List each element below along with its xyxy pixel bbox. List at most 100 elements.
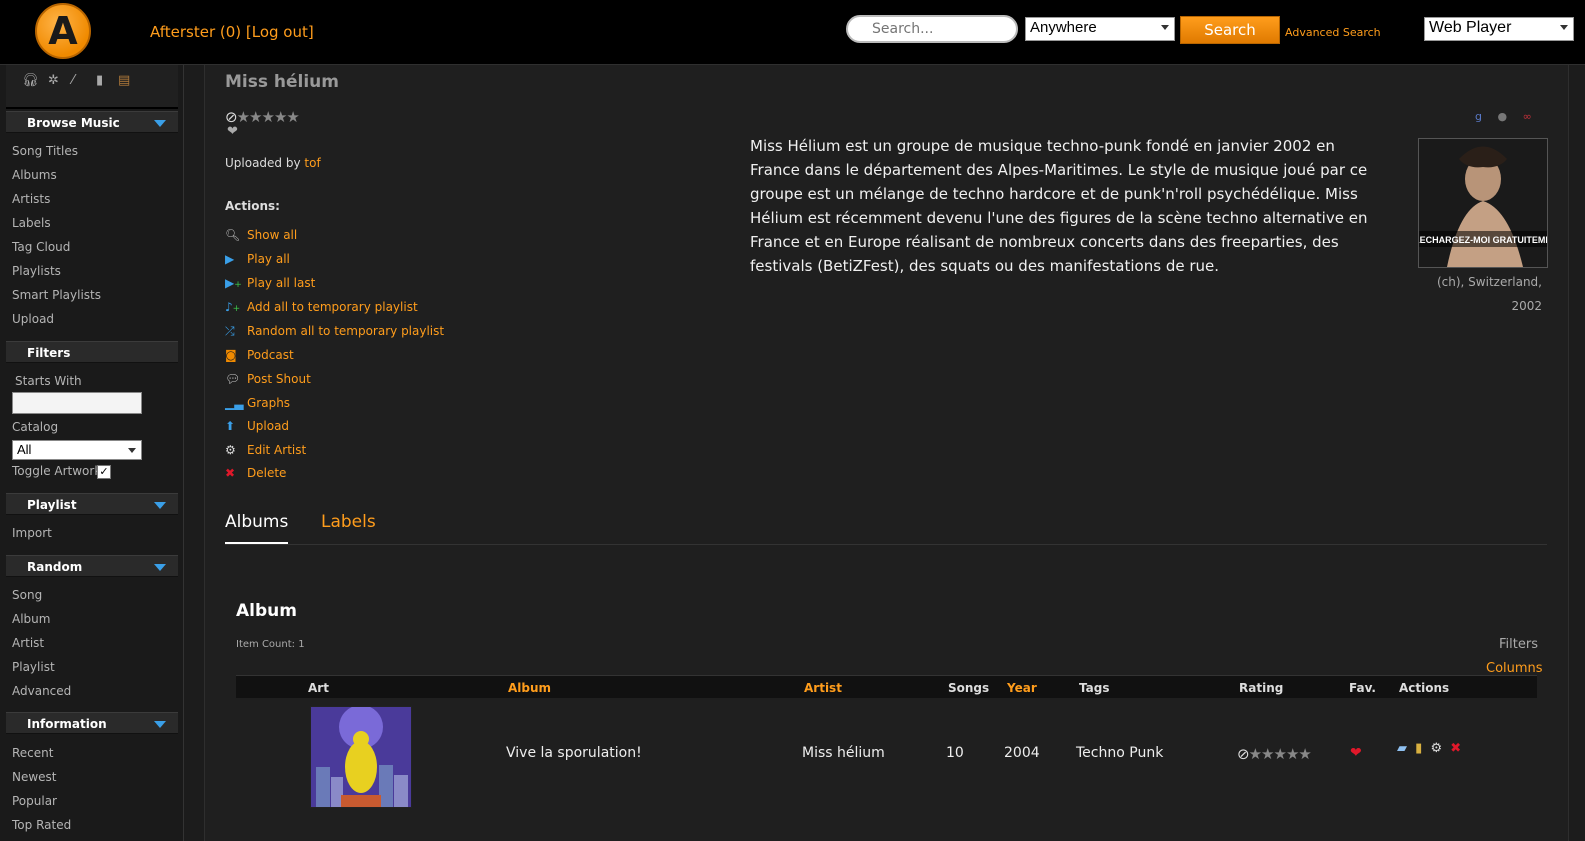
column-tags: Tags	[1079, 681, 1110, 695]
action-play-all-last[interactable]: ▶+ Play all last	[225, 276, 315, 290]
artist-biography: Miss Hélium est un groupe de musique tec…	[750, 137, 1368, 275]
star-icon[interactable]: ★	[1298, 745, 1311, 763]
sidebar-item-song-titles[interactable]: Song Titles	[12, 144, 78, 158]
play-icon: ▶	[225, 252, 235, 266]
sidebar-item-artists[interactable]: Artists	[12, 192, 50, 206]
twitter-icon[interactable]: ●	[1497, 110, 1507, 123]
star-icon[interactable]: ★	[1261, 745, 1274, 763]
sidebar-item-top-rated[interactable]: Top Rated	[12, 818, 71, 832]
starts-with-input[interactable]	[12, 392, 142, 414]
clear-rating-icon[interactable]: ⊘	[1237, 745, 1250, 763]
rss-icon: ◙	[225, 348, 237, 362]
action-random-to-temp-playlist[interactable]: ⤮ Random all to temporary playlist	[225, 324, 444, 339]
action-play-all[interactable]: ▶ Play all	[225, 252, 290, 266]
collapse-arrow-icon[interactable]	[154, 120, 166, 127]
sidebar-item-playlists[interactable]: Playlists	[12, 264, 61, 278]
user-info-link[interactable]: Afterster (0) [Log out]	[150, 23, 314, 41]
filters-link[interactable]: Filters	[1499, 637, 1538, 652]
album-rating[interactable]: ⊘★★★★★	[1237, 745, 1312, 763]
sidebar-item-random-album[interactable]: Album	[12, 612, 50, 626]
action-show-all[interactable]: 🔍︎ Show all	[225, 228, 297, 242]
action-label: Podcast	[247, 348, 294, 362]
sidebar-item-import[interactable]: Import	[12, 526, 52, 540]
star-icon[interactable]: ★	[1249, 745, 1262, 763]
column-artist[interactable]: Artist	[804, 681, 842, 695]
album-year[interactable]: 2004	[1004, 745, 1040, 761]
toggle-artwork-label: Toggle Artwork	[12, 464, 102, 478]
action-label: Play all last	[247, 276, 316, 290]
sidebar-header-random[interactable]: Random	[6, 555, 178, 577]
album-art-thumbnail[interactable]	[310, 706, 412, 808]
columns-link[interactable]: Columns	[1486, 661, 1543, 676]
sidebar-header-playlist[interactable]: Playlist	[6, 493, 178, 515]
sidebar-item-upload[interactable]: Upload	[12, 312, 54, 326]
headphones-icon[interactable]: 🎧︎	[22, 73, 39, 88]
search-scope-select[interactable]: Anywhere	[1025, 17, 1175, 41]
sidebar-item-recent[interactable]: Recent	[12, 746, 53, 760]
collapse-arrow-icon[interactable]	[154, 721, 166, 728]
sidebar-item-random-advanced[interactable]: Advanced	[12, 684, 71, 698]
sidebar-item-random-playlist[interactable]: Playlist	[12, 660, 55, 674]
action-delete[interactable]: ✖ Delete	[225, 466, 286, 480]
column-year[interactable]: Year	[1007, 681, 1037, 695]
sidebar-item-albums[interactable]: Albums	[12, 168, 57, 182]
album-title-link[interactable]: Vive la sporulation!	[506, 745, 642, 761]
search-button[interactable]: Search	[1180, 16, 1280, 44]
catalog-select[interactable]: All	[12, 440, 142, 460]
star-icon[interactable]: ★	[237, 108, 250, 126]
player-select-value: Web Player	[1429, 19, 1512, 36]
sidebar-item-random-artist[interactable]: Artist	[12, 636, 44, 650]
gear-icon[interactable]: ✲	[48, 73, 59, 88]
collapse-arrow-icon[interactable]	[154, 564, 166, 571]
google-icon[interactable]: g	[1475, 110, 1482, 123]
star-icon[interactable]: ★	[261, 108, 274, 126]
document-icon[interactable]: ▮	[96, 73, 103, 88]
search-input[interactable]	[846, 15, 1018, 43]
action-podcast[interactable]: ◙ Podcast	[225, 348, 294, 362]
sidebar-item-random-song[interactable]: Song	[12, 588, 42, 602]
archive-icon[interactable]: ▮	[1415, 741, 1422, 756]
ampache-logo[interactable]: A	[35, 3, 91, 59]
action-edit-artist[interactable]: ⚙ Edit Artist	[225, 443, 306, 457]
action-upload[interactable]: ⬆ Upload	[225, 419, 289, 433]
lastfm-icon[interactable]: ∞	[1523, 110, 1532, 123]
star-icon[interactable]: ★	[249, 108, 262, 126]
sidebar-item-popular[interactable]: Popular	[12, 794, 57, 808]
speech-bubble-icon[interactable]: ▰	[1397, 741, 1407, 756]
advanced-search-link[interactable]: Advanced Search	[1285, 26, 1381, 39]
player-select[interactable]: Web Player	[1424, 17, 1574, 41]
album-song-count: 10	[946, 745, 964, 761]
gear-icon[interactable]: ⚙	[1430, 741, 1442, 756]
column-album[interactable]: Album	[508, 681, 551, 695]
star-icon[interactable]: ★	[286, 108, 299, 126]
collapse-arrow-icon[interactable]	[154, 502, 166, 509]
toggle-artwork-checkbox[interactable]: ✓	[97, 465, 111, 479]
album-tags[interactable]: Techno Punk	[1076, 745, 1163, 761]
sidebar-header-information[interactable]: Information	[6, 712, 178, 734]
album-artist-link[interactable]: Miss hélium	[802, 745, 885, 761]
tab-labels[interactable]: Labels	[321, 512, 376, 532]
action-graphs[interactable]: ▁▃ Graphs	[225, 396, 290, 410]
star-icon[interactable]: ★	[274, 108, 287, 126]
heart-icon[interactable]: ❤	[227, 124, 238, 139]
action-post-shout[interactable]: 💬︎ Post Shout	[225, 372, 311, 386]
row-actions: ▰ ▮ ⚙ ✖	[1397, 741, 1461, 756]
sidebar-header-label: Playlist	[27, 498, 77, 512]
action-add-to-temp-playlist[interactable]: ♪+ Add all to temporary playlist	[225, 300, 418, 314]
sidebar-header-browse-music[interactable]: Browse Music	[6, 111, 178, 133]
wand-icon[interactable]: ⁄	[72, 73, 74, 88]
star-icon[interactable]: ★	[1286, 745, 1299, 763]
book-icon[interactable]: ▤	[118, 73, 130, 88]
favorite-heart-icon[interactable]: ❤	[1350, 745, 1362, 761]
uploader-link[interactable]: tof	[304, 156, 320, 170]
delete-x-icon[interactable]: ✖	[1450, 741, 1461, 756]
search-scope-value: Anywhere	[1030, 19, 1097, 36]
action-label: Show all	[247, 228, 298, 242]
artist-photo[interactable]: TELECHARGEZ-MOI GRATUITEMENT	[1418, 138, 1548, 268]
star-icon[interactable]: ★	[1273, 745, 1286, 763]
sidebar-item-smart-playlists[interactable]: Smart Playlists	[12, 288, 101, 302]
sidebar-item-tag-cloud[interactable]: Tag Cloud	[12, 240, 70, 254]
sidebar-item-newest[interactable]: Newest	[12, 770, 57, 784]
sidebar-item-labels[interactable]: Labels	[12, 216, 51, 230]
tab-albums[interactable]: Albums	[225, 512, 288, 532]
